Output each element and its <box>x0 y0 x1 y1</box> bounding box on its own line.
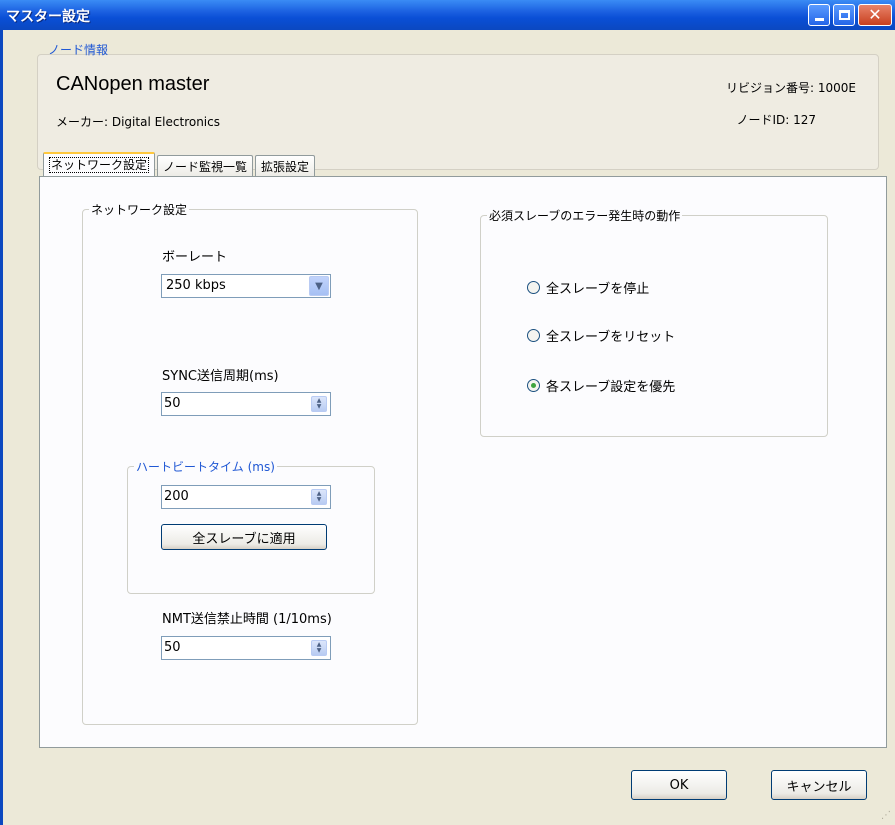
network-settings-panel: ネットワーク設定 ボーレート 250 kbps ▼ SYNC送信周期(ms) 5… <box>39 176 887 748</box>
nmt-inhibit-spinner[interactable]: 50 ▲ ▼ <box>161 636 331 660</box>
error-action-group: 必須スレーブのエラー発生時の動作 全スレーブを停止 全スレーブをリセット 各スレ… <box>480 207 828 437</box>
sync-period-value: 50 <box>164 396 181 411</box>
title-bar[interactable]: マスター設定 ✕ <box>0 0 895 30</box>
ok-button[interactable]: OK <box>631 770 727 800</box>
radio-on-icon <box>527 379 540 392</box>
resize-grip-icon[interactable]: ⋰ <box>881 810 891 821</box>
spin-arrows-icon[interactable]: ▲ ▼ <box>311 396 327 412</box>
baudrate-select[interactable]: 250 kbps ▼ <box>161 274 331 298</box>
revision-label: リビジョン番号: 1000E <box>726 81 856 95</box>
device-name: CANopen master <box>56 73 210 95</box>
network-settings-group: ネットワーク設定 ボーレート 250 kbps ▼ SYNC送信周期(ms) 5… <box>82 201 418 725</box>
network-settings-legend: ネットワーク設定 <box>89 201 190 218</box>
heartbeat-spinner[interactable]: 200 ▲ ▼ <box>161 485 331 509</box>
sync-period-label: SYNC送信周期(ms) <box>162 369 279 384</box>
tab-node-monitor-list[interactable]: ノード監視一覧 <box>157 155 254 177</box>
maximize-icon <box>838 10 850 20</box>
sync-period-spinner[interactable]: 50 ▲ ▼ <box>161 392 331 416</box>
radio-reset-all-label: 全スレーブをリセット <box>546 330 676 345</box>
radio-prioritize-label: 各スレーブ設定を優先 <box>546 380 676 395</box>
dialog-body: ノード情報 CANopen master メーカー: Digital Elect… <box>0 30 895 825</box>
radio-off-icon <box>527 281 540 294</box>
heartbeat-value: 200 <box>164 489 189 504</box>
node-id-label: ノードID: 127 <box>736 113 816 127</box>
heartbeat-legend: ハートビートタイム (ms) <box>134 458 277 475</box>
radio-off-icon <box>527 329 540 342</box>
radio-stop-all-label: 全スレーブを停止 <box>546 282 650 297</box>
window-title: マスター設定 <box>6 9 90 25</box>
tab-network-settings[interactable]: ネットワーク設定 <box>43 152 156 177</box>
spin-arrows-icon[interactable]: ▲ ▼ <box>311 489 327 505</box>
node-info-legend: ノード情報 <box>48 43 109 57</box>
minimize-button[interactable] <box>808 4 830 26</box>
baudrate-label: ボーレート <box>162 250 228 265</box>
radio-prioritize-slave-settings[interactable]: 各スレーブ設定を優先 <box>527 376 675 395</box>
nmt-inhibit-value: 50 <box>164 640 181 655</box>
chevron-down-icon[interactable]: ▼ <box>309 276 329 296</box>
apply-all-slaves-button[interactable]: 全スレーブに適用 <box>161 524 327 550</box>
close-icon: ✕ <box>868 5 882 24</box>
cancel-button[interactable]: キャンセル <box>771 770 867 800</box>
close-button[interactable]: ✕ <box>858 4 892 26</box>
radio-reset-all-slaves[interactable]: 全スレーブをリセット <box>527 326 675 345</box>
heartbeat-group: ハートビートタイム (ms) 200 ▲ ▼ 全スレーブに適用 <box>127 458 375 594</box>
tab-extended-settings[interactable]: 拡張設定 <box>255 155 316 177</box>
tab-strip: ネットワーク設定 ノード監視一覧 拡張設定 <box>43 152 317 178</box>
maximize-button[interactable] <box>833 4 855 26</box>
maker-label: メーカー: Digital Electronics <box>56 115 220 129</box>
minimize-icon <box>814 17 824 21</box>
radio-stop-all-slaves[interactable]: 全スレーブを停止 <box>527 278 649 297</box>
error-action-legend: 必須スレーブのエラー発生時の動作 <box>487 207 683 224</box>
nmt-inhibit-label: NMT送信禁止時間 (1/10ms) <box>162 612 332 627</box>
spin-arrows-icon[interactable]: ▲ ▼ <box>311 640 327 656</box>
baudrate-value: 250 kbps <box>166 278 226 293</box>
